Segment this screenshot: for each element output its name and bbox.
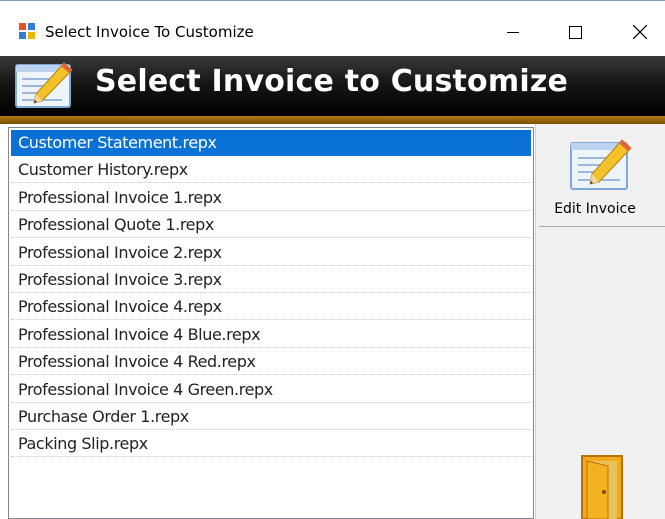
list-item[interactable]: Professional Invoice 1.repx: [11, 185, 531, 211]
window-title: Select Invoice To Customize: [45, 23, 254, 41]
maximize-button[interactable]: [552, 15, 598, 49]
close-button[interactable]: [617, 15, 663, 49]
list-item[interactable]: Professional Invoice 2.repx: [11, 240, 531, 266]
list-item[interactable]: Professional Quote 1.repx: [11, 212, 531, 239]
edit-document-icon: [570, 139, 632, 190]
banner-divider: [0, 116, 665, 124]
list-item[interactable]: Purchase Order 1.repx: [11, 404, 531, 430]
maximize-icon: [568, 25, 582, 39]
exit-door-icon[interactable]: [578, 454, 626, 519]
list-item[interactable]: Customer History.repx: [11, 157, 531, 184]
banner-title: Select Invoice to Customize: [95, 64, 569, 99]
edit-invoice-label: Edit Invoice: [554, 201, 636, 217]
edit-document-icon: [15, 62, 73, 108]
list-item[interactable]: Professional Invoice 4 Green.repx: [11, 377, 531, 403]
minimize-icon: [507, 32, 519, 33]
app-icon: [19, 23, 35, 39]
sidebar-divider: [539, 226, 665, 227]
invoice-list[interactable]: Customer Statement.repx Customer History.…: [8, 127, 534, 519]
close-icon: [633, 25, 647, 39]
list-item[interactable]: Professional Invoice 4 Red.repx: [11, 349, 531, 376]
list-item[interactable]: Packing Slip.repx: [11, 431, 531, 458]
window-title-bar[interactable]: Select Invoice To Customize: [0, 0, 665, 57]
list-item[interactable]: Professional Invoice 4.repx: [11, 294, 531, 321]
list-item[interactable]: Customer Statement.repx: [11, 130, 531, 156]
minimize-button[interactable]: [490, 15, 536, 49]
list-item[interactable]: Professional Invoice 4 Blue.repx: [11, 322, 531, 348]
list-item[interactable]: Professional Invoice 3.repx: [11, 267, 531, 293]
